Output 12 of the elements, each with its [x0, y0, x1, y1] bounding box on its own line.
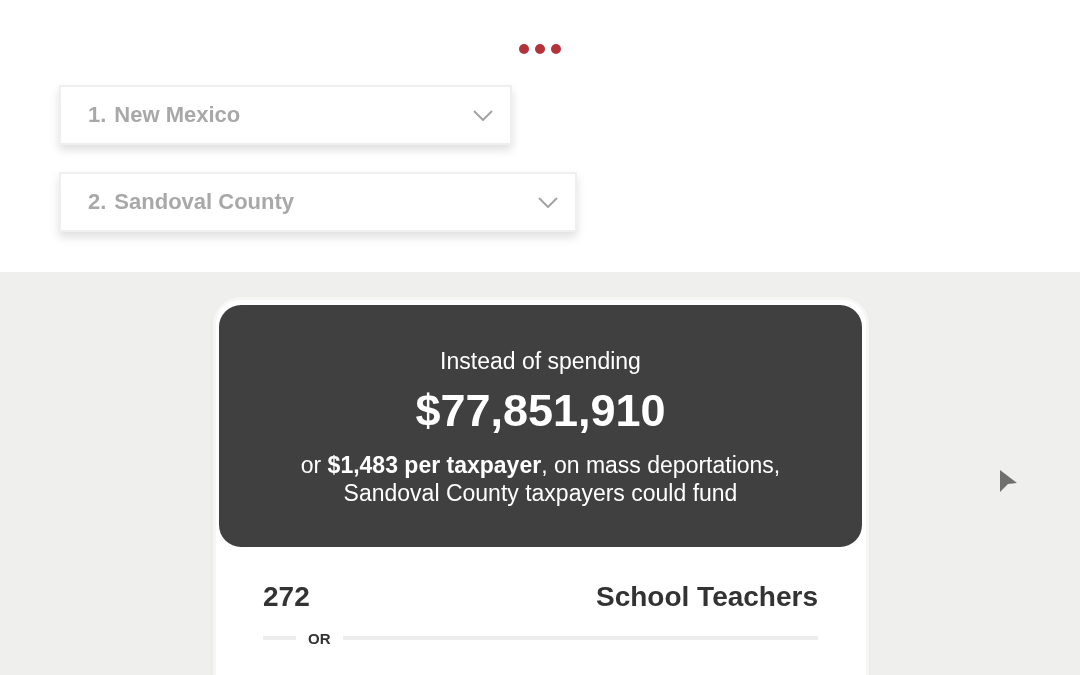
dropdown[interactable]: 1. New Mexico [59, 85, 512, 145]
description-text: or $1,483 per taxpayer, on mass deportations, Sandoval County taxpayers could fund [299, 451, 782, 507]
count-text: 272 [263, 581, 310, 613]
chevron-down-icon [473, 109, 493, 121]
dropdown[interactable]: 2. Sandoval County [59, 172, 577, 232]
dots-icon [519, 44, 561, 54]
intro-text: Instead of spending [439, 347, 642, 375]
item-label: School Teachers [596, 581, 818, 613]
cursor-icon [1000, 470, 1017, 492]
or-label: OR [308, 629, 331, 647]
amount-text: $77,851,910 [414, 385, 667, 437]
chevron-down-icon [538, 196, 558, 208]
